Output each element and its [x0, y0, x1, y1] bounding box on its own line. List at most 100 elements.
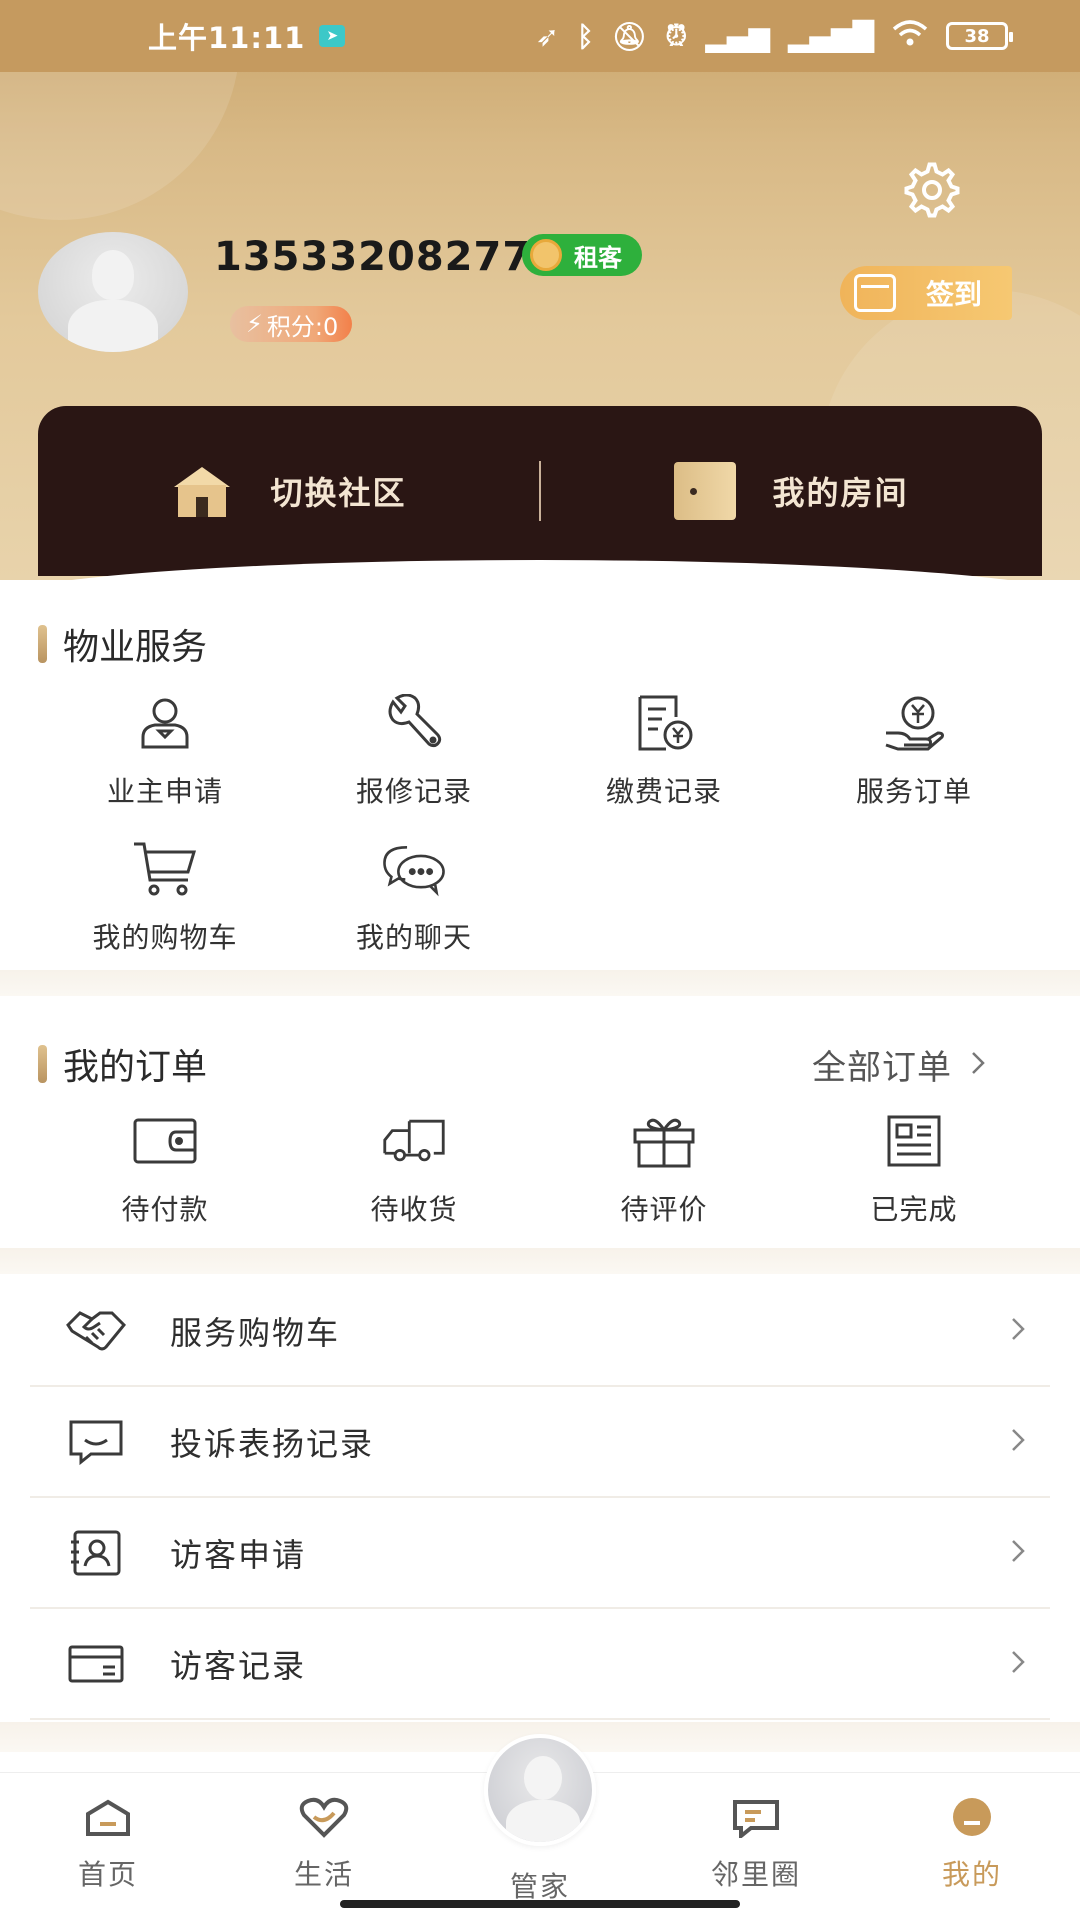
pending-review-button[interactable]: 待评价 [564, 1108, 764, 1228]
service-orders-button[interactable]: 服务订单 [814, 690, 1014, 810]
chat-icon [381, 836, 447, 902]
lightning-icon: ⚡︎ [246, 310, 263, 338]
property-services-title: 物业服务 [38, 618, 207, 670]
bluetooth-icon: ᛒ [577, 19, 594, 53]
nav-life[interactable]: 生活 [254, 1793, 394, 1893]
pending-review-label: 待评价 [620, 1193, 708, 1226]
points-label: 积分:0 [266, 312, 339, 341]
location-icon: ➶ [535, 19, 560, 53]
handshake-icon [64, 1301, 128, 1361]
butler-avatar[interactable] [484, 1734, 596, 1846]
hd-signal-icon: ▂▄▆ [705, 19, 770, 53]
butler-avatar-body [506, 1800, 580, 1842]
wrench-icon [381, 690, 447, 756]
pending-payment-button[interactable]: 待付款 [65, 1108, 265, 1228]
wallet-icon [132, 1108, 198, 1174]
calendar-icon [854, 274, 896, 312]
avatar[interactable] [38, 232, 188, 352]
battery-icon: 38 [946, 22, 1013, 50]
message-icon [64, 1412, 128, 1472]
role-label: 租客 [574, 243, 622, 272]
repair-records-label: 报修记录 [355, 775, 472, 808]
checkin-button[interactable]: 签到 [840, 266, 1012, 320]
gift-icon [631, 1108, 697, 1174]
truck-icon [381, 1108, 447, 1174]
my-cart-button[interactable]: 我的购物车 [65, 836, 265, 956]
property-services-title-text: 物业服务 [63, 627, 208, 668]
visitor-apply-row[interactable]: 访客申请 [30, 1499, 1050, 1609]
chevron-right-icon [1010, 1316, 1026, 1346]
chevron-right-icon [1010, 1427, 1026, 1457]
door-icon [674, 462, 737, 520]
repair-records-button[interactable]: 报修记录 [314, 690, 514, 810]
title-accent-bar [38, 1045, 47, 1083]
card-icon [64, 1634, 128, 1694]
role-badge: 租客 [522, 234, 642, 276]
payment-records-button[interactable]: 缴费记录 [564, 690, 764, 810]
my-chat-label: 我的聊天 [355, 921, 472, 954]
document-icon [881, 1108, 947, 1174]
house-icon [170, 463, 234, 519]
completed-button[interactable]: 已完成 [814, 1108, 1014, 1228]
mute-icon: 🔕︎ [611, 19, 648, 53]
payment-records-label: 缴费记录 [605, 775, 722, 808]
pending-receipt-label: 待收货 [370, 1193, 458, 1226]
gear-icon[interactable] [900, 158, 964, 222]
nav-butler-label: 管家 [509, 1870, 570, 1903]
home-indicator[interactable] [340, 1900, 740, 1908]
chevron-right-icon [1010, 1538, 1026, 1568]
all-orders-link[interactable]: 全部订单 [812, 1040, 986, 1089]
nav-life-label: 生活 [293, 1858, 354, 1891]
title-accent-bar [38, 625, 47, 663]
my-orders-title: 我的订单 [38, 1038, 207, 1090]
status-bar: 上午11:11 ➤ ➶ ᛒ 🔕︎ ⏰︎ ▂▄▆ ▂▄▆█ 38 [0, 0, 1080, 72]
visitor-apply-label: 访客申请 [170, 1536, 307, 1574]
switch-community-button[interactable]: 切换社区 [38, 406, 539, 576]
owner-apply-button[interactable]: 业主申请 [65, 690, 265, 810]
owner-icon [132, 690, 198, 756]
service-orders-label: 服务订单 [855, 775, 972, 808]
service-cart-row[interactable]: 服务购物车 [30, 1277, 1050, 1387]
my-orders-title-text: 我的订单 [63, 1047, 208, 1088]
signal-icon: ▂▄▆█ [787, 19, 874, 53]
nav-neighbors-label: 邻里圈 [710, 1858, 801, 1891]
complaint-praise-label: 投诉表扬记录 [170, 1425, 375, 1463]
alarm-icon: ⏰︎ [665, 19, 688, 52]
nav-home[interactable]: 首页 [38, 1793, 178, 1893]
complaint-praise-row[interactable]: 投诉表扬记录 [30, 1388, 1050, 1498]
status-time: 上午11:11 [148, 21, 306, 55]
my-room-button[interactable]: 我的房间 [541, 406, 1042, 576]
checkin-label: 签到 [926, 278, 983, 311]
profile-icon [943, 1793, 1001, 1843]
service-cart-label: 服务购物车 [170, 1314, 341, 1352]
visitor-records-label: 访客记录 [170, 1647, 307, 1685]
my-chat-button[interactable]: 我的聊天 [314, 836, 514, 956]
nav-neighbors[interactable]: 邻里圈 [686, 1793, 826, 1893]
all-orders-label: 全部订单 [812, 1048, 952, 1088]
section-separator [0, 970, 1080, 996]
heart-icon [295, 1793, 353, 1843]
pending-receipt-button[interactable]: 待收货 [314, 1108, 514, 1228]
section-separator [0, 1248, 1080, 1274]
neighbor-icon [727, 1793, 785, 1843]
owner-apply-label: 业主申请 [106, 775, 223, 808]
bill-icon [631, 690, 697, 756]
wifi-icon [892, 19, 928, 54]
butler-avatar-head [524, 1756, 562, 1800]
visitor-records-row[interactable]: 访客记录 [30, 1610, 1050, 1720]
nav-home-label: 首页 [77, 1858, 138, 1891]
points-badge[interactable]: ⚡︎ 积分:0 [230, 306, 353, 342]
completed-label: 已完成 [870, 1193, 958, 1226]
nav-mine[interactable]: 我的 [902, 1793, 1042, 1893]
chevron-right-icon [970, 1045, 986, 1085]
pending-payment-label: 待付款 [121, 1193, 209, 1226]
medal-icon [530, 239, 562, 271]
my-room-label: 我的房间 [772, 474, 909, 512]
user-phone: 13533208277 [214, 234, 532, 280]
my-cart-label: 我的购物车 [92, 921, 238, 954]
status-icons: ➶ ᛒ 🔕︎ ⏰︎ ▂▄▆ ▂▄▆█ 38 [535, 19, 1013, 54]
visitor-card-icon [64, 1523, 128, 1583]
switch-community-label: 切换社区 [270, 474, 407, 512]
avatar-body [68, 300, 158, 352]
community-room-card: 切换社区 我的房间 [38, 406, 1042, 576]
